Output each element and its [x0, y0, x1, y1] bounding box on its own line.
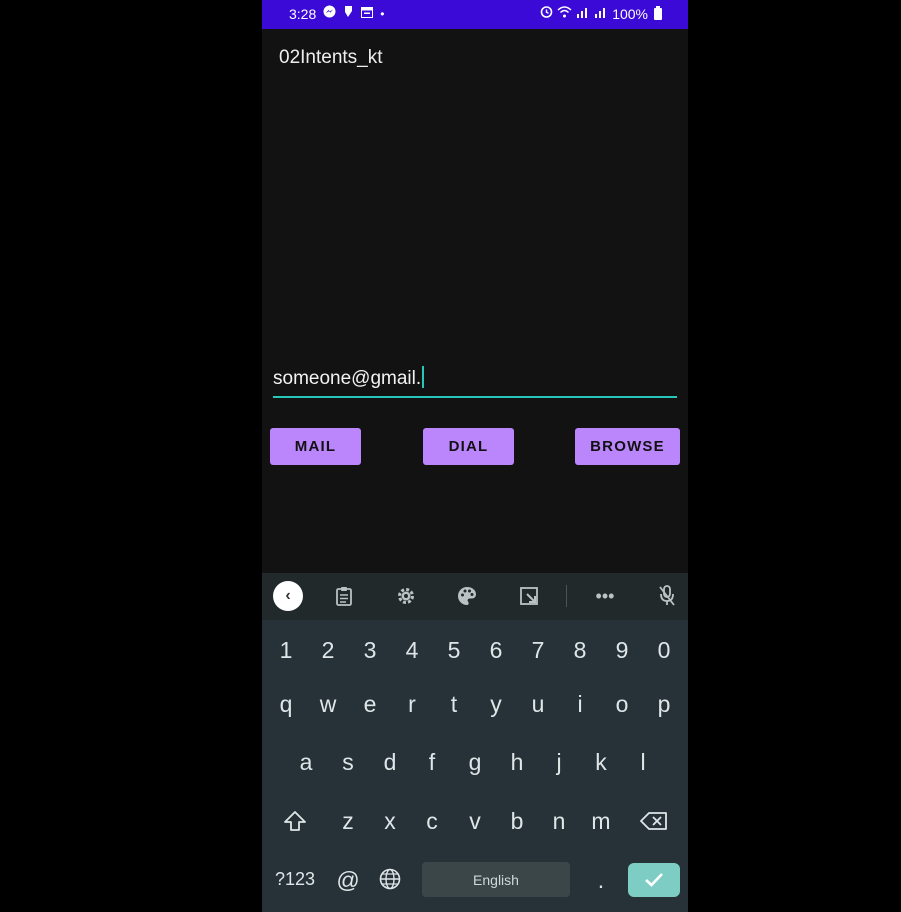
checkmark-icon: [645, 873, 663, 887]
mail-button[interactable]: MAIL: [270, 428, 361, 465]
toolbar-divider: [566, 585, 567, 607]
email-input-value: someone@gmail.: [273, 368, 422, 389]
more-icon[interactable]: •••: [590, 581, 620, 611]
backspace-icon: [640, 812, 667, 830]
key-r[interactable]: r: [394, 682, 430, 726]
signal-icon: [576, 6, 590, 22]
mic-off-icon[interactable]: [652, 581, 682, 611]
key-i[interactable]: i: [562, 682, 598, 726]
email-input[interactable]: someone@gmail.: [273, 362, 677, 398]
clipboard-icon[interactable]: [329, 581, 359, 611]
text-caret: [422, 366, 425, 388]
key-z[interactable]: z: [330, 799, 366, 843]
key-j[interactable]: j: [541, 740, 577, 784]
symbols-key[interactable]: ?123: [273, 857, 317, 901]
key-k[interactable]: k: [583, 740, 619, 784]
key-6[interactable]: 6: [478, 628, 514, 672]
key-h[interactable]: h: [499, 740, 535, 784]
key-t[interactable]: t: [436, 682, 472, 726]
key-y[interactable]: y: [478, 682, 514, 726]
key-w[interactable]: w: [310, 682, 346, 726]
key-l[interactable]: l: [625, 740, 661, 784]
shift-icon: [284, 811, 306, 831]
keyboard-toolbar: ‹ •••: [262, 573, 688, 620]
key-u[interactable]: u: [520, 682, 556, 726]
wifi-icon: [557, 5, 572, 22]
alarm-icon: [540, 5, 553, 22]
enter-key[interactable]: [628, 863, 680, 897]
language-globe-key[interactable]: [372, 857, 408, 901]
battery-icon: [654, 5, 662, 20]
phone-screen: 3:28 • 100% 02Intents_kt someone@gmail. …: [262, 0, 688, 912]
palette-icon[interactable]: [452, 581, 482, 611]
messenger-icon: [323, 5, 336, 22]
key-m[interactable]: m: [583, 799, 619, 843]
key-d[interactable]: d: [372, 740, 408, 784]
key-b[interactable]: b: [499, 799, 535, 843]
key-8[interactable]: 8: [562, 628, 598, 672]
battery-percentage: 100%: [612, 5, 648, 22]
key-3[interactable]: 3: [352, 628, 388, 672]
space-key[interactable]: English: [422, 862, 570, 897]
calendar-icon: [361, 6, 374, 22]
key-s[interactable]: s: [330, 740, 366, 784]
app-title: 02Intents_kt: [279, 47, 383, 68]
key-o[interactable]: o: [604, 682, 640, 726]
back-chevron-icon[interactable]: ‹: [273, 581, 303, 611]
signal-icon: [594, 6, 608, 22]
key-e[interactable]: e: [352, 682, 388, 726]
key-5[interactable]: 5: [436, 628, 472, 672]
soft-keyboard: 1234567890 qwertyuiop asdfghjkl zxcvbnm ?12…: [262, 620, 688, 912]
key-a[interactable]: a: [288, 740, 324, 784]
dot-icon: •: [380, 6, 385, 21]
dial-button[interactable]: DIAL: [423, 428, 514, 465]
key-7[interactable]: 7: [520, 628, 556, 672]
key-1[interactable]: 1: [268, 628, 304, 672]
backspace-key[interactable]: [636, 799, 672, 843]
notification-icon: [343, 5, 354, 22]
key-f[interactable]: f: [414, 740, 450, 784]
key-p[interactable]: p: [646, 682, 682, 726]
key-v[interactable]: v: [457, 799, 493, 843]
settings-gear-icon[interactable]: [391, 581, 421, 611]
key-x[interactable]: x: [372, 799, 408, 843]
shift-key[interactable]: [277, 799, 313, 843]
key-g[interactable]: g: [457, 740, 493, 784]
status-time: 3:28: [289, 5, 317, 22]
status-bar: 3:28 • 100%: [262, 0, 688, 29]
globe-icon: [379, 868, 401, 890]
key-4[interactable]: 4: [394, 628, 430, 672]
key-9[interactable]: 9: [604, 628, 640, 672]
resize-icon[interactable]: [514, 581, 544, 611]
key-c[interactable]: c: [414, 799, 450, 843]
period-key[interactable]: .: [583, 858, 619, 902]
browse-button[interactable]: BROWSE: [575, 428, 680, 465]
key-n[interactable]: n: [541, 799, 577, 843]
at-key[interactable]: @: [330, 858, 366, 902]
key-2[interactable]: 2: [310, 628, 346, 672]
key-0[interactable]: 0: [646, 628, 682, 672]
key-q[interactable]: q: [268, 682, 304, 726]
